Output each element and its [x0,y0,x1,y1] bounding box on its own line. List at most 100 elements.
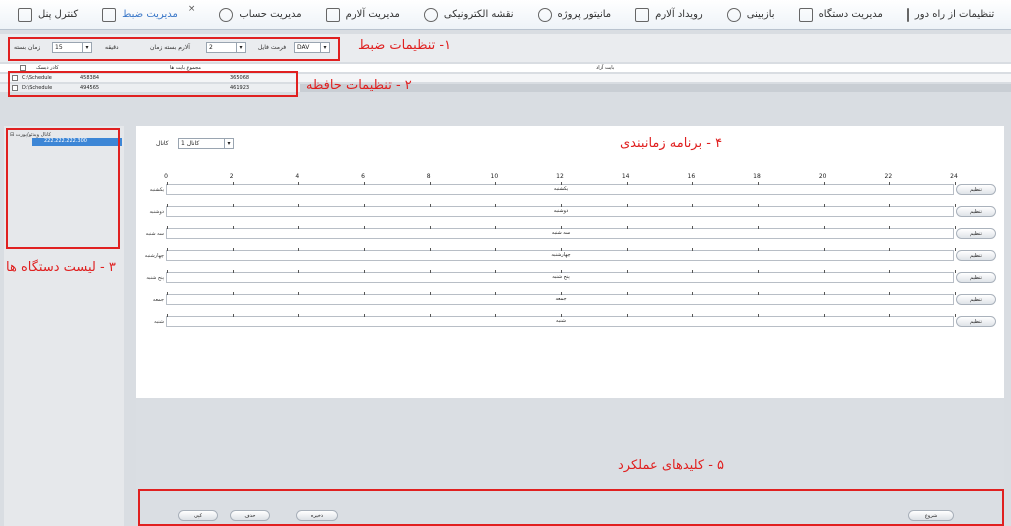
schedule-timeline-row[interactable]: دوشنبه [166,204,956,217]
hour-marker [692,270,694,273]
hour-marker [561,292,562,295]
hour-marker [823,226,825,229]
schedule-timeline-row[interactable]: سه شنبه [166,226,956,239]
hour-marker [232,292,234,295]
hour-marker [364,292,365,295]
tab-project-monitor[interactable]: مانیتور پروژه [526,0,624,30]
hour-marker [232,182,234,185]
day-label: پنج شنبه [146,275,164,281]
hour-marker [495,248,497,251]
hour-marker [167,314,168,317]
hour-marker [561,248,562,251]
hour-marker [298,292,300,295]
hour-marker [561,314,562,317]
day-row-title: سه شنبه [551,230,571,236]
set-schedule-button[interactable]: تنظیم [956,294,996,305]
tab-remote-settings[interactable]: تنظیمات از راه دور [895,0,995,30]
hour-marker [429,182,431,185]
set-schedule-button[interactable]: تنظیم [956,184,996,195]
hour-tick-label: 10 [490,173,499,180]
tab-emap[interactable]: نقشه الکترونیکی [412,0,526,30]
tab-alarm-management[interactable]: مدیریت آلارم [314,0,412,30]
hour-marker [889,314,891,317]
annotation-record-settings: ۱- تنظیمات ضبط [358,38,452,53]
tab-label: بازبینی [746,9,775,20]
hour-marker [626,226,628,229]
alarm-bell-icon [325,7,340,22]
hour-marker [758,248,759,251]
video-record-icon [102,7,117,22]
hour-marker [298,226,300,229]
hour-marker [364,226,365,229]
playback-icon [726,7,741,22]
hour-marker [495,270,497,273]
project-monitor-icon [537,7,552,22]
hour-tick-label: 6 [361,173,365,180]
hour-marker [232,204,234,207]
day-label: جمعه [152,297,164,303]
control-panel-grid-icon [18,7,32,22]
set-schedule-button[interactable]: تنظیم [956,206,996,217]
schedule-timeline-row[interactable]: یکشنبه [166,182,956,195]
hour-marker [889,248,891,251]
set-schedule-button[interactable]: تنظیم [956,228,996,239]
hour-marker [364,270,365,273]
hour-marker [429,314,431,317]
schedule-timeline-row[interactable]: چهارشنبه [166,248,956,261]
hour-marker [429,204,431,207]
hour-marker [167,248,168,251]
hour-marker [495,314,497,317]
hour-marker [364,248,365,251]
day-label: سه شنبه [145,231,164,237]
tab-account-management[interactable]: مدیریت حساب [207,0,313,30]
tab-control-panel[interactable]: کنترل پنل [6,0,90,30]
tab-alarm-event[interactable]: رویداد آلارم [623,0,715,30]
hour-marker [955,226,956,229]
hour-marker [758,292,759,295]
schedule-timeline-row[interactable]: شنبه [166,314,956,327]
hour-marker [167,204,168,207]
hour-marker [298,182,300,185]
tab-record-management[interactable]: مدیریت ضبط × [90,0,207,30]
user-account-icon [219,7,234,22]
close-icon[interactable]: × [188,4,196,14]
set-schedule-button[interactable]: تنظیم [956,250,996,261]
tab-device-management[interactable]: مدیریت دستگاه [787,0,895,30]
hour-marker [364,204,365,207]
channel-value: کانال 1 [181,140,200,147]
device-management-icon [798,7,813,22]
hour-marker [298,248,300,251]
tab-playback[interactable]: بازبینی [715,0,787,30]
hour-tick-label: 0 [164,173,168,180]
hour-marker [758,314,759,317]
free-header: بایت آزاد [596,65,615,71]
hour-marker [692,182,694,185]
chevron-down-icon: ▾ [224,139,233,148]
channel-select[interactable]: کانال 1 ▾ [178,138,234,149]
hour-tick-label: 22 [884,173,893,180]
schedule-timeline-row[interactable]: جمعه [166,292,956,305]
hour-marker [626,248,628,251]
hour-tick-label: 12 [556,173,564,180]
set-schedule-button[interactable]: تنظیم [956,272,996,283]
hour-marker [823,248,825,251]
schedule-timeline-row[interactable]: پنج شنبه [166,270,956,283]
hour-marker [364,182,365,185]
hour-marker [692,314,694,317]
hour-marker [495,204,497,207]
annotation-schedule: ۴ - برنامه زمانبندی [620,136,723,151]
hour-marker [429,270,431,273]
tab-label: کنترل پنل [38,9,79,20]
hour-marker [955,314,956,317]
hour-marker [823,182,825,185]
day-row-title: چهارشنبه [551,252,571,258]
day-label: دوشنبه [149,209,164,215]
hour-marker [626,204,628,207]
hour-marker [429,292,431,295]
hour-marker [758,204,759,207]
tab-label: رویداد آلارم [655,9,703,20]
set-schedule-button[interactable]: تنظیم [956,316,996,327]
hour-marker [298,204,300,207]
annotation-box-record [8,37,340,61]
hour-marker [955,292,956,295]
